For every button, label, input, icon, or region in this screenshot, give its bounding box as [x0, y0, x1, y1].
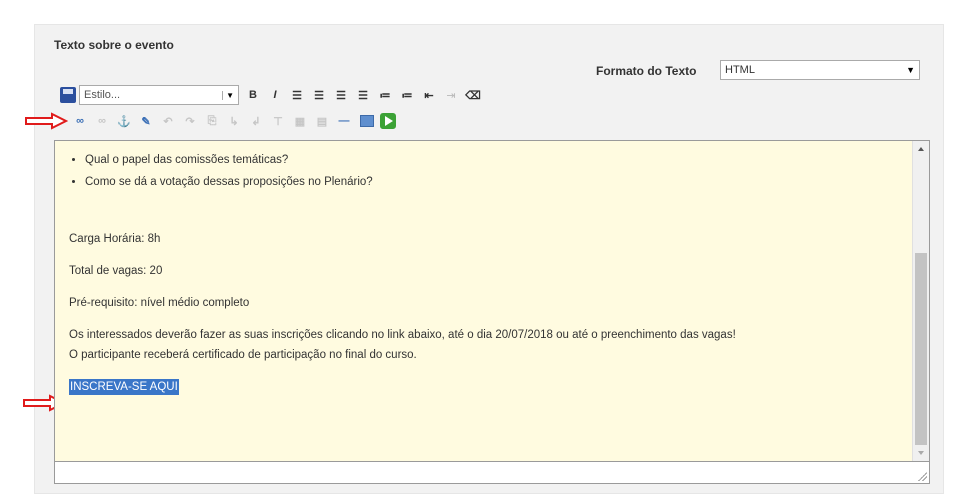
- split-icon[interactable]: ↲: [248, 113, 264, 129]
- rich-text-editor[interactable]: Qual o papel das comissões temáticas? Co…: [54, 140, 930, 462]
- info-line-2: O participante receberá certificado de p…: [69, 349, 417, 361]
- image-icon[interactable]: [360, 115, 374, 127]
- edit-icon[interactable]: ✎: [138, 113, 154, 129]
- editor-status-bar: [54, 462, 930, 484]
- style-placeholder: Estilo...: [84, 89, 121, 101]
- filter-icon[interactable]: ⊤: [270, 113, 286, 129]
- table-icon[interactable]: ▦: [292, 113, 308, 129]
- table-row-icon[interactable]: ▤: [314, 113, 330, 129]
- format-select[interactable]: HTML ▼: [720, 60, 920, 80]
- merge-icon[interactable]: ↳: [226, 113, 242, 129]
- scroll-down-icon[interactable]: [918, 451, 924, 455]
- numbered-list-icon[interactable]: ≔: [399, 87, 415, 103]
- section-title: Texto sobre o evento: [54, 38, 174, 52]
- inscreva-link[interactable]: INSCREVA-SE AQUI: [69, 379, 179, 395]
- annotation-arrow-icon: [24, 112, 68, 130]
- justify-icon[interactable]: ☰: [355, 87, 371, 103]
- list-item: Qual o papel das comissões temáticas?: [85, 149, 909, 171]
- save-icon[interactable]: [60, 87, 76, 103]
- info-line-1: Os interessados deverão fazer as suas in…: [69, 329, 736, 341]
- italic-icon[interactable]: I: [267, 87, 283, 103]
- horizontal-rule-icon[interactable]: —: [336, 113, 352, 129]
- format-label: Formato do Texto: [596, 64, 697, 78]
- editor-scrollbar[interactable]: [912, 141, 929, 461]
- pre-requisito: Pré-requisito: nível médio completo: [69, 297, 250, 309]
- chevron-down-icon: ▼: [906, 65, 915, 75]
- resize-grip-icon[interactable]: [917, 471, 927, 481]
- format-selected-value: HTML: [725, 64, 755, 76]
- unlink-icon[interactable]: ∞: [94, 113, 110, 129]
- carga-horaria: Carga Horária: 8h: [69, 233, 161, 245]
- toolbar-row-1: Estilo... ▼ B I ☰ ☰ ☰ ☰ ≔ ≔ ⇤ ⇥ ⌫: [60, 84, 481, 106]
- question-list: Qual o papel das comissões temáticas? Co…: [85, 149, 909, 193]
- list-item: Como se dá a votação dessas proposições …: [85, 171, 909, 193]
- toolbar-row-2: ∞ ∞ ⚓ ✎ ↶ ↷ ⎘ ↳ ↲ ⊤ ▦ ▤ —: [68, 110, 396, 132]
- editor-content[interactable]: Qual o papel das comissões temáticas? Co…: [69, 149, 909, 397]
- link-icon[interactable]: ∞: [72, 113, 88, 129]
- scroll-up-icon[interactable]: [918, 147, 924, 151]
- anchor-icon[interactable]: ⚓: [116, 113, 132, 129]
- clear-format-icon[interactable]: ⌫: [465, 87, 481, 103]
- align-right-icon[interactable]: ☰: [333, 87, 349, 103]
- indent-icon[interactable]: ⇥: [443, 87, 459, 103]
- align-center-icon[interactable]: ☰: [311, 87, 327, 103]
- media-icon[interactable]: [380, 113, 396, 129]
- bold-icon[interactable]: B: [245, 87, 261, 103]
- paste-icon[interactable]: ⎘: [204, 113, 220, 129]
- outdent-icon[interactable]: ⇤: [421, 87, 437, 103]
- undo-icon[interactable]: ↶: [160, 113, 176, 129]
- style-combo[interactable]: Estilo... ▼: [79, 85, 239, 105]
- redo-icon[interactable]: ↷: [182, 113, 198, 129]
- total-vagas: Total de vagas: 20: [69, 265, 163, 277]
- chevron-down-icon: ▼: [222, 90, 234, 100]
- bullet-list-icon[interactable]: ≔: [377, 87, 393, 103]
- align-left-icon[interactable]: ☰: [289, 87, 305, 103]
- scroll-thumb[interactable]: [915, 253, 927, 445]
